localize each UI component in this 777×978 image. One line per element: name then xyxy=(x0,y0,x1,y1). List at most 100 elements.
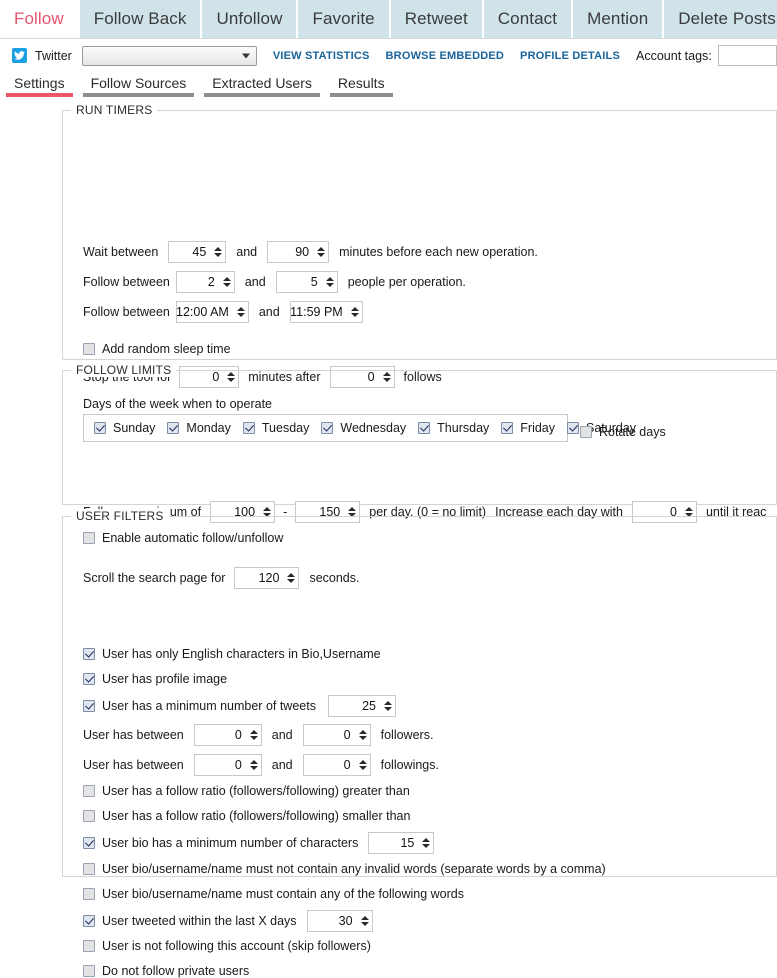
followings-suffix-label: followings. xyxy=(380,758,439,772)
filter-must-contain-words-checkbox[interactable]: User bio/username/name must contain any … xyxy=(83,887,464,901)
main-tab-favorite[interactable]: Favorite xyxy=(298,0,389,38)
spinner-arrows-icon[interactable] xyxy=(236,307,245,317)
hours-to-value: 11:59 PM xyxy=(290,305,343,319)
follow-people-row: Follow between 2 and 5 people per operat… xyxy=(83,271,466,293)
followers-max-spinner[interactable]: 0 xyxy=(302,724,371,746)
filter-ratio-greater-checkbox[interactable]: User has a follow ratio (followers/follo… xyxy=(83,784,410,798)
spinner-arrows-icon[interactable] xyxy=(422,838,431,848)
filter-no-private-checkbox[interactable]: Do not follow private users xyxy=(83,964,249,978)
main-tab-unfollow[interactable]: Unfollow xyxy=(202,0,297,38)
checkbox-box xyxy=(83,648,95,660)
followings-min-value: 0 xyxy=(234,758,242,772)
filter-must-contain-words-row: User bio/username/name must contain any … xyxy=(83,887,464,901)
checkbox-box xyxy=(83,343,95,355)
follow-limits-group: FOLLOW LIMITS xyxy=(62,363,777,505)
main-tab-follow[interactable]: Follow xyxy=(0,0,78,38)
wait-max-value: 90 xyxy=(295,245,310,259)
main-tab-label: Retweet xyxy=(404,9,468,28)
followers-suffix-label: followers. xyxy=(380,728,434,742)
filter-profile-image-checkbox[interactable]: User has profile image xyxy=(83,672,227,686)
filter-min-tweets-checkbox[interactable]: User has a minimum number of tweets xyxy=(83,699,316,713)
checkbox-box xyxy=(83,940,95,952)
add-random-sleep-checkbox[interactable]: Add random sleep time xyxy=(83,342,231,356)
account-tags-label: Account tags: xyxy=(636,48,712,63)
filter-english-chars-checkbox[interactable]: User has only English characters in Bio,… xyxy=(83,647,381,661)
filter-bio-min-chars-checkbox[interactable]: User bio has a minimum number of charact… xyxy=(83,836,358,850)
filter-ratio-smaller-checkbox[interactable]: User has a follow ratio (followers/follo… xyxy=(83,809,410,823)
filter-profile-image-row: User has profile image xyxy=(83,672,227,686)
bio-min-chars-spinner[interactable]: 15 xyxy=(368,832,435,854)
checkbox-box xyxy=(83,888,95,900)
followings-min-spinner[interactable]: 0 xyxy=(193,754,262,776)
people-max-spinner[interactable]: 5 xyxy=(275,271,338,293)
tweeted-within-spinner[interactable]: 30 xyxy=(306,910,373,932)
filter-no-invalid-words-row: User bio/username/name must not contain … xyxy=(83,862,606,876)
followers-and-label: and xyxy=(271,728,293,742)
filter-ratio-greater-row: User has a follow ratio (followers/follo… xyxy=(83,784,410,798)
sub-tab-bar: Settings Follow Sources Extracted Users … xyxy=(0,69,777,97)
account-bar: Twitter VIEW STATISTICS BROWSE EMBEDDED … xyxy=(0,39,777,69)
checkbox-box xyxy=(83,700,95,712)
min-tweets-spinner[interactable]: 25 xyxy=(327,695,396,717)
main-tab-mention[interactable]: Mention xyxy=(573,0,663,38)
main-tab-retweet[interactable]: Retweet xyxy=(390,0,482,38)
hours-to-spinner[interactable]: 11:59 PM xyxy=(289,301,363,323)
wait-between-label: Wait between xyxy=(83,245,159,259)
sub-tab-results[interactable]: Results xyxy=(329,75,393,97)
spinner-arrows-icon[interactable] xyxy=(350,307,359,317)
checkbox-box xyxy=(83,810,95,822)
sub-tab-settings[interactable]: Settings xyxy=(6,75,73,97)
follow-limits-title: FOLLOW LIMITS xyxy=(71,363,177,377)
people-suffix-label: people per operation. xyxy=(347,275,466,289)
followers-min-spinner[interactable]: 0 xyxy=(193,724,262,746)
followers-range-label: User has between xyxy=(83,728,184,742)
wait-min-spinner[interactable]: 45 xyxy=(168,241,227,263)
spinner-arrows-icon[interactable] xyxy=(358,730,367,740)
main-tab-delete-posts[interactable]: Delete Posts xyxy=(664,0,777,38)
wait-max-spinner[interactable]: 90 xyxy=(267,241,330,263)
checkbox-box xyxy=(83,863,95,875)
followings-max-spinner[interactable]: 0 xyxy=(302,754,371,776)
filter-not-following-checkbox[interactable]: User is not following this account (skip… xyxy=(83,939,371,953)
sub-tab-extracted-users[interactable]: Extracted Users xyxy=(204,75,320,97)
spinner-arrows-icon[interactable] xyxy=(358,760,367,770)
followers-max-value: 0 xyxy=(343,728,351,742)
browse-embedded-link[interactable]: BROWSE EMBEDDED xyxy=(386,50,505,62)
spinner-arrows-icon[interactable] xyxy=(360,916,369,926)
profile-details-link[interactable]: PROFILE DETAILS xyxy=(520,50,620,62)
spinner-arrows-icon[interactable] xyxy=(325,277,334,287)
follow-hours-label: Follow between xyxy=(83,305,170,319)
user-filters-title: USER FILTERS xyxy=(71,509,169,523)
hours-from-spinner[interactable]: 12:00 AM xyxy=(175,301,249,323)
main-tab-follow-back[interactable]: Follow Back xyxy=(79,0,201,38)
spinner-arrows-icon[interactable] xyxy=(249,760,258,770)
spinner-arrows-icon[interactable] xyxy=(222,277,231,287)
filter-tweeted-within-checkbox[interactable]: User tweeted within the last X days xyxy=(83,914,297,928)
people-min-spinner[interactable]: 2 xyxy=(175,271,235,293)
followings-max-value: 0 xyxy=(343,758,351,772)
filter-no-invalid-words-checkbox[interactable]: User bio/username/name must not contain … xyxy=(83,862,606,876)
account-select[interactable] xyxy=(81,45,257,66)
checkbox-box xyxy=(83,785,95,797)
people-max-value: 5 xyxy=(310,275,318,289)
filter-ratio-smaller-row: User has a follow ratio (followers/follo… xyxy=(83,809,410,823)
checkbox-box xyxy=(83,673,95,685)
spinner-arrows-icon[interactable] xyxy=(317,247,326,257)
account-tags-input[interactable] xyxy=(717,45,777,66)
add-random-sleep-label: Add random sleep time xyxy=(102,342,231,356)
filter-min-tweets-row: User has a minimum number of tweets 25 xyxy=(83,695,396,717)
sub-tab-follow-sources[interactable]: Follow Sources xyxy=(82,75,195,97)
random-sleep-row: Add random sleep time xyxy=(83,342,231,356)
spinner-arrows-icon[interactable] xyxy=(383,701,392,711)
spinner-arrows-icon[interactable] xyxy=(214,247,223,257)
sub-tab-label: Follow Sources xyxy=(90,75,187,91)
view-statistics-link[interactable]: VIEW STATISTICS xyxy=(273,50,370,62)
min-tweets-value: 25 xyxy=(362,699,376,713)
hours-from-value: 12:00 AM xyxy=(176,305,229,319)
wait-min-value: 45 xyxy=(192,245,207,259)
people-and-label: and xyxy=(244,275,266,289)
main-tab-contact[interactable]: Contact xyxy=(483,0,572,38)
filter-ratio-smaller-label: User has a follow ratio (followers/follo… xyxy=(102,809,411,823)
spinner-arrows-icon[interactable] xyxy=(249,730,258,740)
sub-tab-label: Extracted Users xyxy=(212,75,312,91)
